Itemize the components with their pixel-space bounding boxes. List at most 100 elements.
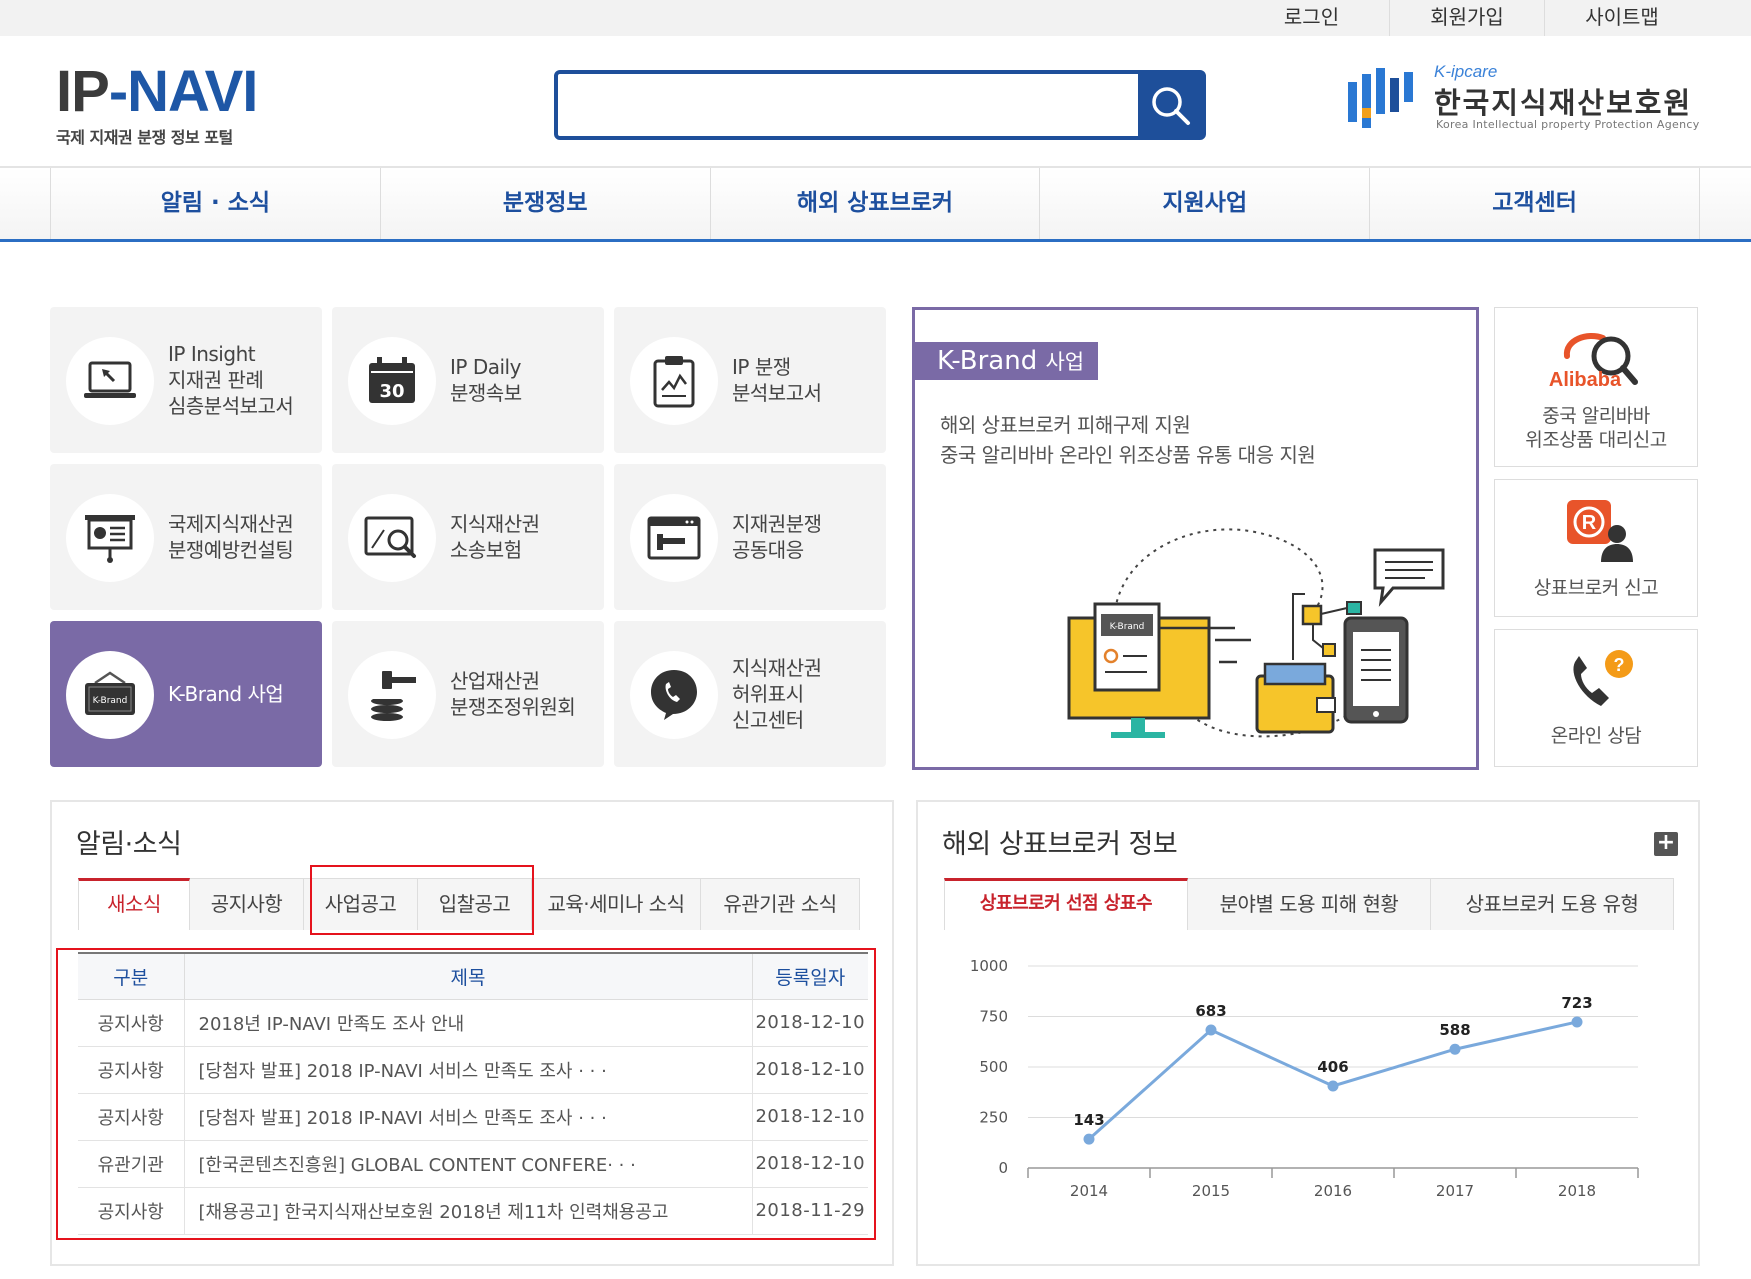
svg-text:K-Brand: K-Brand (93, 696, 128, 706)
top-utility-bar: 로그인 회원가입 사이트맵 (0, 0, 1751, 36)
nav-item-news[interactable]: 알림 · 소식 (50, 168, 380, 239)
login-link[interactable]: 로그인 (1234, 0, 1389, 36)
agency-logo[interactable]: K-ipcare 한국지식재산보호원 Korea Intellectual pr… (1348, 62, 1708, 132)
site-logo[interactable]: IP-NAVI 국제 지재권 분쟁 정보 포털 (56, 62, 276, 148)
svg-text:Alibaba: Alibaba (1549, 369, 1622, 391)
agency-bars-icon (1348, 68, 1413, 128)
data-point (1327, 1080, 1339, 1092)
more-button[interactable]: + (1654, 832, 1678, 856)
y-tick-label: 0 (998, 1159, 1008, 1177)
tile-label: 지식재산권 소송보험 (450, 512, 540, 562)
y-tick-label: 1000 (970, 957, 1008, 975)
search-input[interactable] (558, 74, 1138, 136)
nav-item-support[interactable]: 지원사업 (1039, 168, 1369, 239)
search-box (554, 70, 1206, 140)
tile-label: IP Insight 지재권 판례 심층분석보고서 (168, 342, 294, 418)
quick-alibaba-report[interactable]: Alibaba 중국 알리바바 위조상품 대리신고 (1494, 307, 1698, 467)
tab-news[interactable]: 새소식 (78, 878, 190, 930)
agency-name-en: Korea Intellectual property Protection A… (1436, 118, 1700, 131)
registered-person-icon: R (1567, 500, 1633, 562)
tab-related-org[interactable]: 유관기관 소식 (700, 878, 860, 930)
presentation-board-icon (85, 515, 135, 563)
calendar-icon: 30 (369, 357, 415, 403)
preempted-trademarks-chart: 0 250 500 750 1000 2014 2015 2016 2017 2018 143 683… (938, 942, 1678, 1258)
tab-damage-by-field[interactable]: 분야별 도용 피해 현황 (1187, 878, 1431, 930)
clipboard-chart-icon (653, 356, 695, 408)
search-button[interactable] (1138, 74, 1202, 136)
tile-label: IP Daily 분쟁속보 (450, 355, 522, 405)
k-brand-icon: K-Brand (85, 671, 135, 715)
tile-ip-daily[interactable]: 30 IP Daily 분쟁속보 (332, 307, 604, 453)
svg-text:?: ? (1614, 655, 1625, 675)
quick-online-consult[interactable]: ? 온라인 상담 (1494, 629, 1698, 767)
tile-label: 지재권분쟁 공동대응 (732, 512, 822, 562)
svg-text:R: R (1582, 512, 1597, 534)
tab-theft-type[interactable]: 상표브로커 도용 유형 (1430, 878, 1674, 930)
data-point (1083, 1133, 1095, 1145)
y-tick-label: 250 (979, 1109, 1008, 1127)
alibaba-search-icon: Alibaba (1549, 333, 1638, 391)
quick-label: 상표브로커 신고 (1533, 577, 1659, 599)
tab-preempted-trademarks[interactable]: 상표브로커 선점 상표수 (944, 878, 1188, 930)
quick-label: 온라인 상담 (1550, 725, 1642, 747)
x-tick-label: 2015 (1192, 1182, 1230, 1200)
k-brand-illustration: K-Brand (1067, 528, 1445, 738)
sitemap-link[interactable]: 사이트맵 (1544, 0, 1699, 36)
data-label: 723 (1561, 994, 1592, 1012)
search-icon (1152, 87, 1190, 125)
gavel-icon (371, 671, 416, 721)
notices-title: 알림·소식 (76, 829, 182, 860)
data-point (1449, 1043, 1461, 1055)
y-tick-label: 750 (979, 1008, 1008, 1026)
tile-label: IP 분쟁 분석보고서 (732, 355, 822, 405)
quick-broker-report[interactable]: R 상표브로커 신고 (1494, 479, 1698, 617)
tile-false-marking-center[interactable]: 지식재산권 허위표시 신고센터 (614, 621, 886, 767)
tile-label: 산업재산권 분쟁조정위원회 (450, 669, 576, 719)
phone-bubble-icon (651, 670, 697, 720)
main-nav: 알림 · 소식 분쟁정보 해외 상표브로커 지원사업 고객센터 (0, 166, 1751, 242)
k-brand-title: K-Brand 사업 (915, 342, 1099, 380)
tile-dispute-consulting[interactable]: 국제지식재산권 분쟁예방컨설팅 (50, 464, 322, 610)
k-brand-feature-card[interactable]: K-Brand 사업 해외 상표브로커 피해구제 지원 중국 알리바바 온라인 … (912, 307, 1479, 770)
data-point (1571, 1016, 1583, 1028)
nav-item-dispute-info[interactable]: 분쟁정보 (379, 168, 710, 239)
logo-wordmark: IP-NAVI (56, 59, 258, 124)
data-label: 406 (1317, 1058, 1348, 1076)
magnifier-screen-icon (364, 516, 416, 558)
tab-education-seminar[interactable]: 교육·세미나 소식 (531, 878, 701, 930)
data-point (1205, 1024, 1217, 1036)
laptop-icon (84, 361, 136, 398)
top-links: 로그인 회원가입 사이트맵 (1234, 0, 1699, 36)
tile-joint-response[interactable]: 지재권분쟁 공동대응 (614, 464, 886, 610)
browser-window-icon (647, 516, 701, 560)
nav-item-trademark-broker[interactable]: 해외 상표브로커 (709, 168, 1040, 239)
nav-item-customer-center[interactable]: 고객센터 (1369, 168, 1700, 239)
tile-dispute-mediation[interactable]: 산업재산권 분쟁조정위원회 (332, 621, 604, 767)
tile-k-brand[interactable]: K-Brand K-Brand 사업 (50, 621, 322, 767)
tile-label: K-Brand 사업 (168, 682, 284, 706)
tile-label: 국제지식재산권 분쟁예방컨설팅 (168, 512, 294, 562)
tile-ip-dispute-report[interactable]: IP 분쟁 분석보고서 (614, 307, 886, 453)
broker-tabs: 상표브로커 선점 상표수 분야별 도용 피해 현황 상표브로커 도용 유형 (944, 878, 1674, 930)
tile-litigation-insurance[interactable]: 지식재산권 소송보험 (332, 464, 604, 610)
data-label: 683 (1195, 1002, 1226, 1020)
logo-tagline: 국제 지재권 분쟁 정보 포털 (56, 128, 233, 147)
broker-info-panel: 해외 상표브로커 정보 + 상표브로커 선점 상표수 분야별 도용 피해 현황 … (916, 800, 1700, 1266)
broker-title: 해외 상표브로커 정보 (942, 829, 1178, 860)
quick-label: 중국 알리바바 위조상품 대리신고 (1525, 405, 1667, 451)
highlight-box-announcement-tabs (310, 865, 534, 935)
tile-ip-insight[interactable]: IP Insight 지재권 판례 심층분석보고서 (50, 307, 322, 453)
y-tick-label: 500 (979, 1058, 1008, 1076)
x-tick-label: 2018 (1558, 1182, 1596, 1200)
k-brand-description: 해외 상표브로커 피해구제 지원 중국 알리바바 온라인 위조상품 유통 대응 … (940, 413, 1316, 467)
tile-label: 지식재산권 허위표시 신고센터 (732, 656, 822, 732)
tab-notice[interactable]: 공지사항 (189, 878, 304, 930)
data-label: 143 (1073, 1111, 1104, 1129)
signup-link[interactable]: 회원가입 (1389, 0, 1544, 36)
agency-name: 한국지식재산보호원 (1434, 86, 1693, 120)
x-tick-label: 2014 (1070, 1182, 1108, 1200)
svg-text:30: 30 (379, 381, 404, 402)
x-tick-label: 2016 (1314, 1182, 1352, 1200)
x-tick-label: 2017 (1436, 1182, 1474, 1200)
line-chart: 0 250 500 750 1000 2014 2015 2016 2017 2018 143 683… (970, 957, 1639, 1200)
